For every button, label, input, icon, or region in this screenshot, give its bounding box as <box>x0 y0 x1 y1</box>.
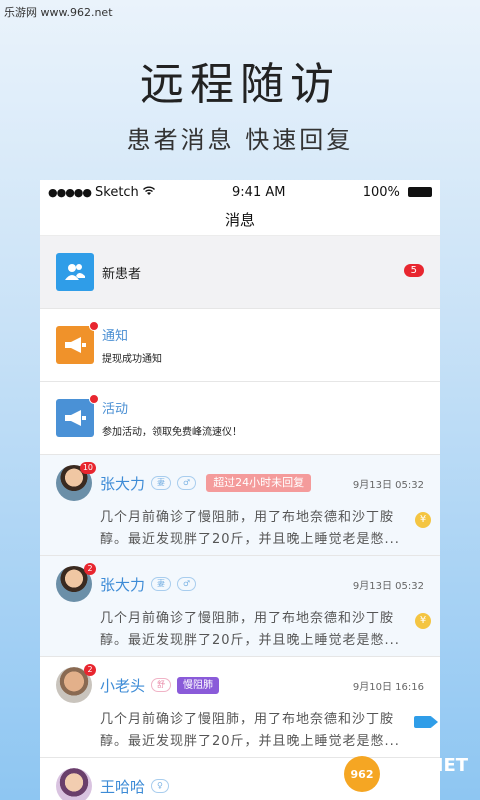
people-icon <box>56 253 94 291</box>
relation-tag: 妻 <box>151 476 172 490</box>
coin-icon: ¥ <box>414 511 432 529</box>
megaphone-icon <box>56 321 99 364</box>
logo-subtext: 乐游网 <box>384 774 424 789</box>
overdue-alert-tag: 超过24小时未回复 <box>206 474 312 492</box>
row-desc: 提现成功通知 <box>102 354 162 365</box>
clock: 9:41 AM <box>232 184 286 200</box>
relation-tag: 舒 <box>151 678 172 692</box>
disease-tag: 慢阻肺 <box>177 676 220 694</box>
message-time: 9月10日 16:16 <box>352 681 424 693</box>
unread-count-badge: 2 <box>84 563 96 575</box>
message-preview: 几个月前确诊了慢阻肺，用了布地奈德和沙丁胺醇。最近发现胖了20斤，并且晚上睡觉老… <box>100 712 400 749</box>
gender-tag: ♂ <box>177 476 197 490</box>
row-desc: 参加活动，领取免费峰流速仪！ <box>102 427 242 438</box>
message-row[interactable]: 2 小老头 舒 慢阻肺 9月10日 16:16 几个月前确诊了慢阻肺，用了布地奈… <box>40 657 440 758</box>
video-icon <box>414 713 438 731</box>
relation-tag: 妻 <box>151 577 172 591</box>
carrier-label: Sketch <box>95 184 139 200</box>
phone-screen: ●●●●● Sketch 9:41 AM 100% 消息 新患者 5 通知 提现… <box>40 180 440 800</box>
site-logo-watermark: 962 962.NET 乐游网 <box>344 754 474 794</box>
gender-tag: ♀ <box>151 779 169 793</box>
battery-label: 100% <box>362 184 400 200</box>
avatar[interactable]: 2 <box>56 563 96 602</box>
message-time: 9月13日 05:32 <box>352 580 424 592</box>
hero-subtitle: 患者消息 快速回复 <box>126 126 354 154</box>
row-title: 活动 <box>102 402 129 417</box>
message-row[interactable]: 2 张大力 妻 ♂ 9月13日 05:32 几个月前确诊了慢阻肺，用了布地奈德和… <box>40 556 440 657</box>
unread-dot <box>89 321 99 331</box>
notification-row[interactable]: 通知 提现成功通知 <box>40 309 440 382</box>
coin-icon: ¥ <box>414 612 432 630</box>
site-watermark: 乐游网 www.962.net <box>4 6 113 19</box>
patient-name: 张大力 <box>100 474 146 493</box>
activity-row[interactable]: 活动 参加活动，领取免费峰流速仪！ <box>40 382 440 455</box>
status-bar: ●●●●● Sketch 9:41 AM 100% <box>40 180 440 204</box>
patient-name: 小老头 <box>100 676 146 695</box>
message-preview: 几个月前确诊了慢阻肺，用了布地奈德和沙丁胺醇。最近发现胖了20斤，并且晚上睡觉老… <box>100 611 400 648</box>
gender-tag: ♂ <box>177 577 197 591</box>
patient-name: 张大力 <box>100 575 146 594</box>
patient-name: 王哈哈 <box>100 777 146 796</box>
logo-icon: 962 <box>344 756 380 792</box>
wifi-icon <box>142 185 155 200</box>
message-preview: 几个月前确诊了慢阻肺，用了布地奈德和沙丁胺醇。最近发现胖了20斤，并且晚上睡觉老… <box>100 510 400 547</box>
hero-title: 远程随访 <box>140 59 340 110</box>
message-row[interactable]: 10 张大力 妻 ♂ 超过24小时未回复 9月13日 05:32 几个月前确诊了… <box>40 455 440 556</box>
unread-count-badge: 10 <box>79 462 96 474</box>
new-patient-count-badge: 5 <box>403 264 424 277</box>
avatar[interactable] <box>56 768 92 800</box>
message-time: 9月13日 05:32 <box>352 479 424 491</box>
logo-text: 962.NET <box>384 755 469 776</box>
battery-icon <box>408 187 432 197</box>
avatar[interactable]: 2 <box>56 664 96 703</box>
megaphone-icon <box>56 394 99 437</box>
row-title: 新患者 <box>102 266 142 282</box>
new-patients-row[interactable]: 新患者 5 <box>40 236 440 309</box>
row-title: 通知 <box>102 329 129 344</box>
avatar[interactable]: 10 <box>56 462 96 501</box>
unread-count-badge: 2 <box>84 664 96 676</box>
signal-icon: ●●●●● <box>48 185 92 199</box>
unread-dot <box>89 394 99 404</box>
page-title: 消息 <box>40 204 440 236</box>
